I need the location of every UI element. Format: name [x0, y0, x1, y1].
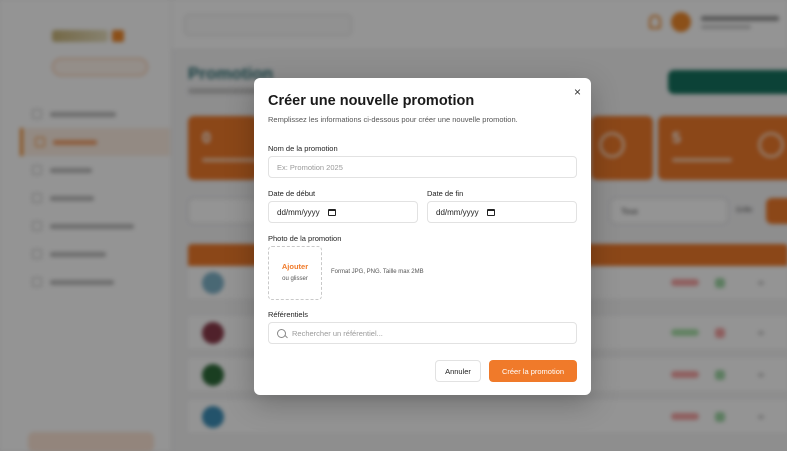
promotion-name-label: Nom de la promotion: [268, 144, 338, 153]
create-promotion-button[interactable]: Créer la promotion: [489, 360, 577, 382]
end-date-value: dd/mm/yyyy: [436, 207, 479, 217]
dialog-description: Remplissez les informations ci-dessous p…: [268, 115, 518, 124]
dialog-title: Créer une nouvelle promotion: [268, 93, 475, 109]
close-icon[interactable]: ×: [574, 86, 581, 98]
calendar-icon[interactable]: [327, 208, 336, 216]
photo-drag-text: ou glisser: [282, 276, 308, 282]
start-date-label: Date de début: [268, 189, 316, 198]
cancel-button[interactable]: Annuler: [435, 360, 481, 382]
start-date-value: dd/mm/yyyy: [277, 207, 320, 217]
create-promotion-dialog: × Créer une nouvelle promotion Remplisse…: [254, 78, 591, 395]
promotion-name-input[interactable]: [268, 156, 577, 178]
start-date-input[interactable]: dd/mm/yyyy: [268, 201, 418, 223]
photo-dropzone[interactable]: Ajouter ou glisser: [268, 246, 322, 300]
end-date-input[interactable]: dd/mm/yyyy: [427, 201, 577, 223]
calendar-icon[interactable]: [486, 208, 495, 216]
referentials-search-input[interactable]: Rechercher un référentiel...: [268, 322, 577, 344]
photo-format-hint: Format JPG, PNG. Taille max 2MB: [331, 269, 424, 275]
photo-label: Photo de la promotion: [268, 234, 342, 243]
referentials-label: Référentiels: [268, 310, 309, 319]
photo-add-link[interactable]: Ajouter: [269, 262, 321, 271]
search-icon: [277, 328, 286, 338]
end-date-label: Date de fin: [427, 189, 464, 198]
referentials-placeholder: Rechercher un référentiel...: [292, 328, 383, 338]
